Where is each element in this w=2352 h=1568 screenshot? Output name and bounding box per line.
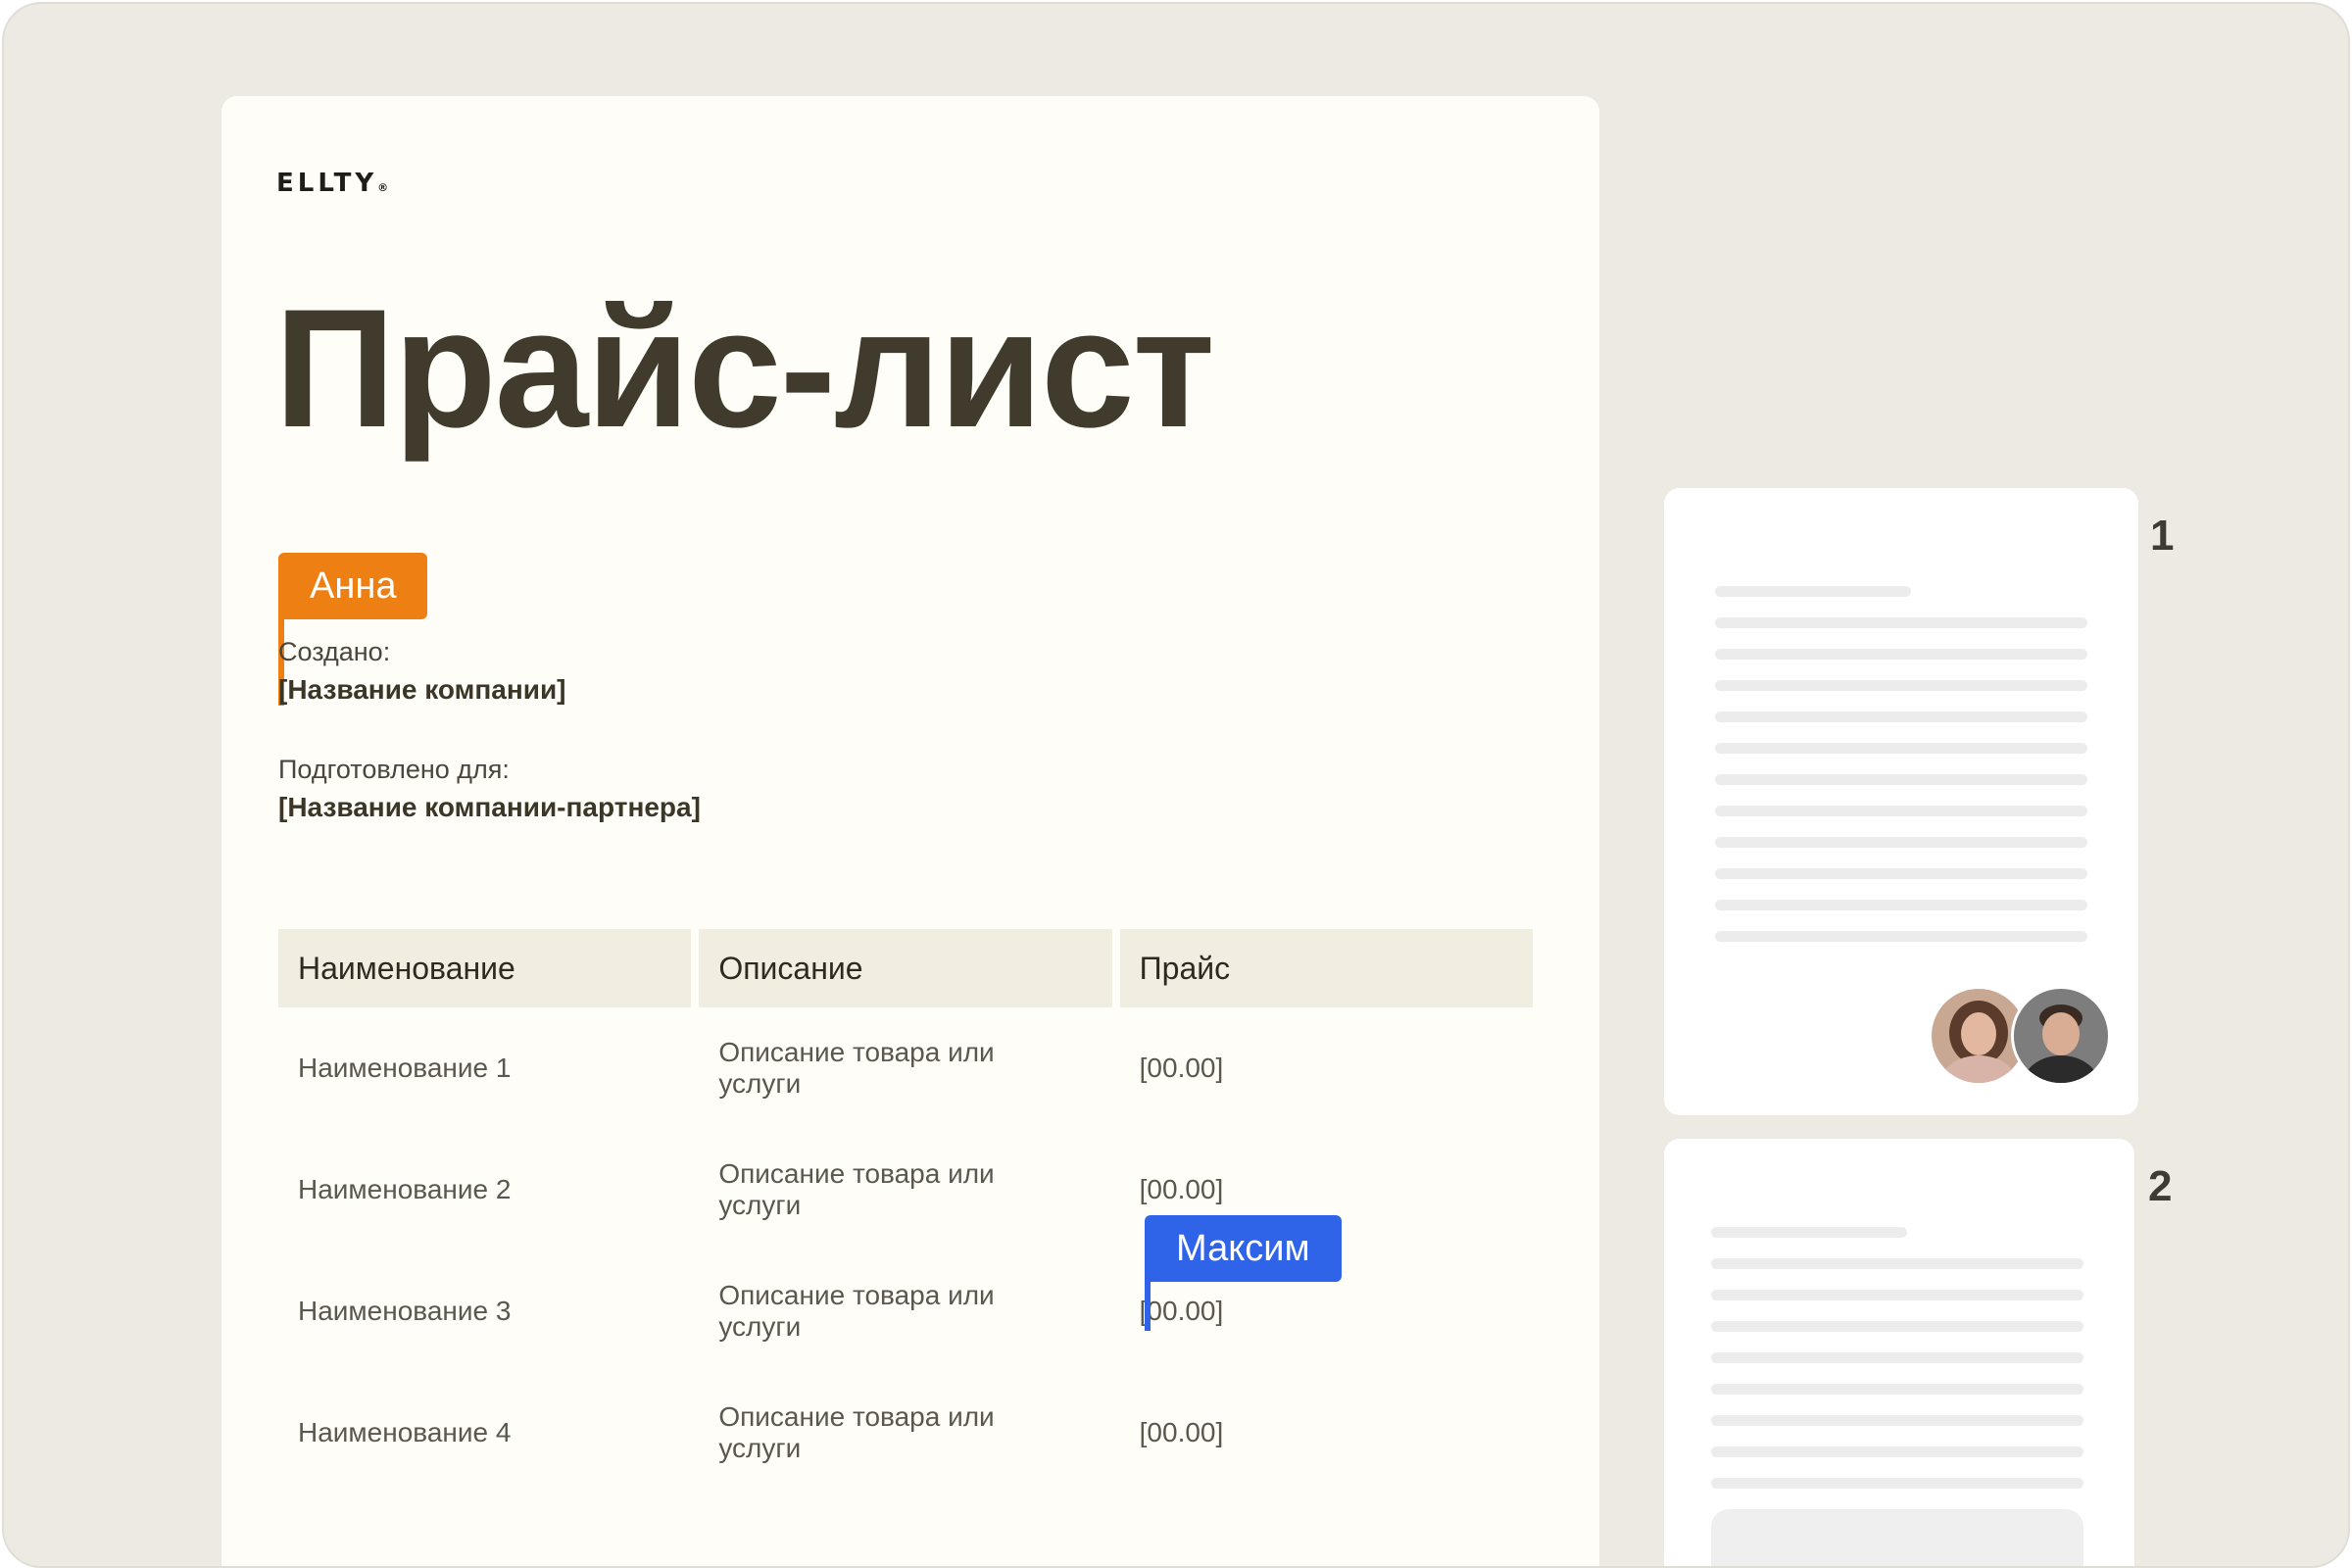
cell-item-price[interactable]: [00.00] <box>1120 1007 1533 1129</box>
thumbnail-text-line <box>1715 806 2087 816</box>
cell-item-description-text: Описание товара или услуги <box>718 1280 995 1342</box>
logo-registered-mark: ® <box>377 181 389 194</box>
collaborator-avatar-maxim[interactable] <box>2011 986 2111 1086</box>
cell-item-description[interactable]: Описание товара или услуги <box>699 1250 1111 1372</box>
table-row: Наименование 4 Описание товара или услуг… <box>278 1372 1533 1494</box>
cell-item-price[interactable]: [00.00] <box>1120 1372 1533 1494</box>
thumbnail-text-line <box>1711 1384 2083 1395</box>
thumbnail-table-block <box>1711 1509 2083 1566</box>
cell-item-description-text: Описание товара или услуги <box>718 1158 995 1220</box>
company-logo: ELLTY® <box>276 169 388 198</box>
thumbnail-text-line <box>1715 711 2087 722</box>
thumbnail-text-line <box>1715 617 2087 628</box>
created-by-company[interactable]: [Название компании] <box>278 674 566 706</box>
page-number-1: 1 <box>2150 512 2175 560</box>
cell-item-name[interactable]: Наименование 2 <box>278 1129 691 1250</box>
cell-item-description-text: Описание товара или услуги <box>718 1401 995 1463</box>
prepared-for-label: Подготовлено для: <box>278 755 510 784</box>
thumbnail-text-line <box>1711 1290 2083 1300</box>
page-thumbnail-1[interactable] <box>1664 488 2138 1115</box>
thumbnail-text-line <box>1715 900 2087 910</box>
table-row: Наименование 1 Описание товара или услуг… <box>278 1007 1533 1129</box>
cell-item-description-text: Описание товара или услуги <box>718 1037 995 1099</box>
column-header-description[interactable]: Описание <box>699 929 1112 1007</box>
thumbnail-text-line <box>1711 1321 2083 1332</box>
thumbnail-text-line <box>1711 1352 2083 1363</box>
app-canvas: ELLTY® Прайс-лист Анна Создано: [Названи… <box>2 2 2350 1568</box>
cell-item-name[interactable]: Наименование 3 <box>278 1250 691 1372</box>
collaborator-cursor-anna-label: Анна <box>278 553 428 619</box>
cell-item-description[interactable]: Описание товара или услуги <box>699 1372 1111 1494</box>
column-header-price[interactable]: Прайс <box>1119 929 1533 1007</box>
thumbnail-text-line <box>1715 837 2087 848</box>
column-header-name[interactable]: Наименование <box>278 929 692 1007</box>
thumbnail-text-line <box>1711 1415 2083 1426</box>
page-thumbnail-2[interactable] <box>1664 1139 2134 1566</box>
thumbnail-text-line <box>1715 774 2087 785</box>
avatar-photo-icon <box>2014 989 2108 1083</box>
thumbnail-text-line <box>1715 931 2087 942</box>
page-number-2: 2 <box>2148 1162 2173 1210</box>
cell-item-description[interactable]: Описание товара или услуги <box>699 1007 1111 1129</box>
prepared-for-company[interactable]: [Название компании-партнера] <box>278 792 701 823</box>
price-table: Наименование Описание Прайс Наименование… <box>270 929 1541 1494</box>
cell-item-description[interactable]: Описание товара или услуги <box>699 1129 1111 1250</box>
table-row: Наименование 2 Описание товара или услуг… <box>278 1129 1533 1250</box>
cell-item-name[interactable]: Наименование 4 <box>278 1372 691 1494</box>
thumbnail-text-line <box>1715 868 2087 879</box>
thumbnail-title-line <box>1711 1227 1907 1238</box>
thumbnail-text-line <box>1711 1446 2083 1457</box>
thumbnail-text-line <box>1715 680 2087 691</box>
thumbnail-text-line <box>1711 1478 2083 1489</box>
table-header-row: Наименование Описание Прайс <box>278 929 1533 1007</box>
document-title[interactable]: Прайс-лист <box>274 284 1215 453</box>
collaborator-cursor-maxim-caret <box>1145 1276 1151 1331</box>
created-by-label: Создано: <box>278 637 391 666</box>
document-page[interactable]: ELLTY® Прайс-лист Анна Создано: [Названи… <box>221 96 1599 1566</box>
logo-text: ELLTY <box>276 169 378 198</box>
collaborator-cursor-maxim-label: Максим <box>1145 1215 1342 1282</box>
thumbnail-text-line <box>1715 649 2087 660</box>
table-row: Наименование 3 Описание товара или услуг… <box>278 1250 1533 1372</box>
thumbnail-text-line <box>1711 1258 2083 1269</box>
thumbnail-text-line <box>1715 743 2087 754</box>
thumbnail-title-line <box>1715 586 1911 597</box>
cell-item-name[interactable]: Наименование 1 <box>278 1007 691 1129</box>
